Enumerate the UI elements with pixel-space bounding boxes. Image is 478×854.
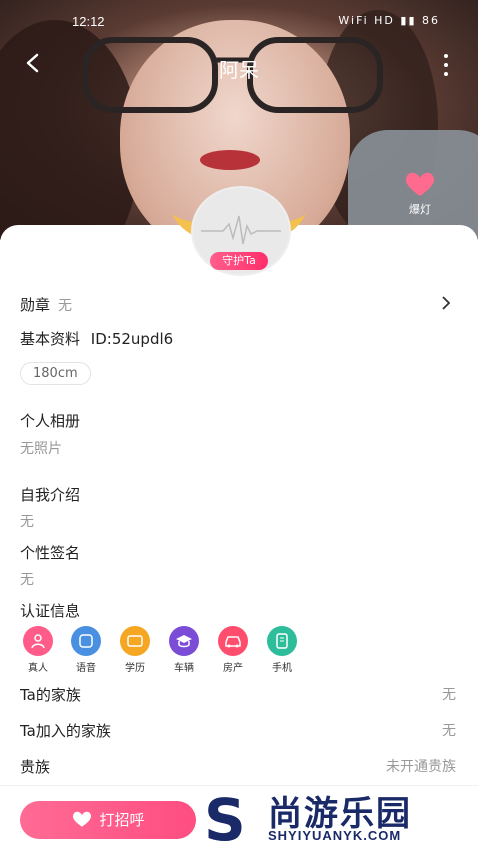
family-value: 无 (442, 687, 456, 703)
signature-label: 个性签名 (20, 544, 81, 562)
cert-label-voice: 语音 (76, 663, 96, 674)
cert-label: 认证信息 (20, 602, 81, 620)
page-title: 阿呆 (219, 58, 259, 82)
status-bar: 12:12 WiFi HD ▮▮ 86 (0, 14, 478, 34)
cert-label-real-person: 真人 (28, 663, 48, 674)
intro-value: 无 (20, 514, 34, 530)
cert-item-education[interactable]: 学历 (117, 626, 153, 674)
watermark-s-icon: S (204, 786, 246, 854)
car-icon (218, 626, 248, 656)
noble-label: 贵族 (20, 758, 51, 776)
cert-label-phone: 手机 (272, 663, 292, 674)
graduation-cap-icon (169, 626, 199, 656)
status-time: 12:12 (72, 14, 105, 29)
basic-info-row: 基本资料 ID:52updl6 (20, 328, 173, 349)
greet-button[interactable]: 打招呼 (20, 801, 196, 839)
album-label: 个人相册 (20, 412, 81, 430)
education-icon (120, 626, 150, 656)
avatar-group[interactable]: 守护Ta (172, 180, 306, 280)
medal-row[interactable]: 勋章无 (20, 294, 72, 315)
photo-lips (200, 150, 260, 170)
greet-label: 打招呼 (99, 811, 145, 829)
heart-icon (405, 172, 435, 196)
cert-item-real-person[interactable]: 真人 (20, 626, 56, 674)
intro-label: 自我介绍 (20, 486, 81, 504)
guard-badge[interactable]: 守护Ta (210, 252, 268, 270)
watermark-en: SHYIYUANYK.COM (268, 828, 402, 843)
spotlight-button[interactable]: 爆灯 (400, 170, 440, 217)
cert-label-vehicle: 车辆 (174, 663, 194, 674)
cert-label-education: 学历 (125, 663, 145, 674)
cert-item-voice[interactable]: 语音 (68, 626, 104, 674)
watermark-logo: S 尚游乐园 SHYIYUANYK.COM (198, 780, 478, 854)
album-empty-text: 无照片 (20, 441, 62, 457)
signature-value: 无 (20, 572, 34, 588)
chevron-right-icon[interactable] (440, 295, 452, 311)
basic-info-label: 基本资料 (20, 330, 81, 348)
joined-family-value: 无 (442, 723, 456, 739)
more-options-icon[interactable] (442, 54, 450, 80)
voice-icon (71, 626, 101, 656)
medal-value: 无 (58, 298, 73, 314)
cert-item-vehicle[interactable]: 车辆 (166, 626, 202, 674)
person-icon (23, 626, 53, 656)
user-id: ID:52updl6 (90, 330, 174, 348)
spotlight-label: 爆灯 (409, 203, 431, 216)
heart-icon (73, 811, 92, 827)
joined-family-label: Ta加入的家族 (20, 722, 111, 740)
medal-label: 勋章 (20, 296, 51, 314)
cert-item-property[interactable]: 房产 (215, 626, 251, 674)
height-chip: 180cm (20, 362, 91, 385)
cert-list: 真人 语音 学历 车辆 房产 手机 (20, 626, 320, 674)
family-label: Ta的家族 (20, 686, 81, 704)
phone-icon (267, 626, 297, 656)
status-icons: WiFi HD ▮▮ 86 (338, 14, 440, 27)
noble-value[interactable]: 未开通贵族 (386, 756, 456, 776)
cert-label-property: 房产 (223, 663, 243, 674)
cert-item-phone[interactable]: 手机 (264, 626, 300, 674)
